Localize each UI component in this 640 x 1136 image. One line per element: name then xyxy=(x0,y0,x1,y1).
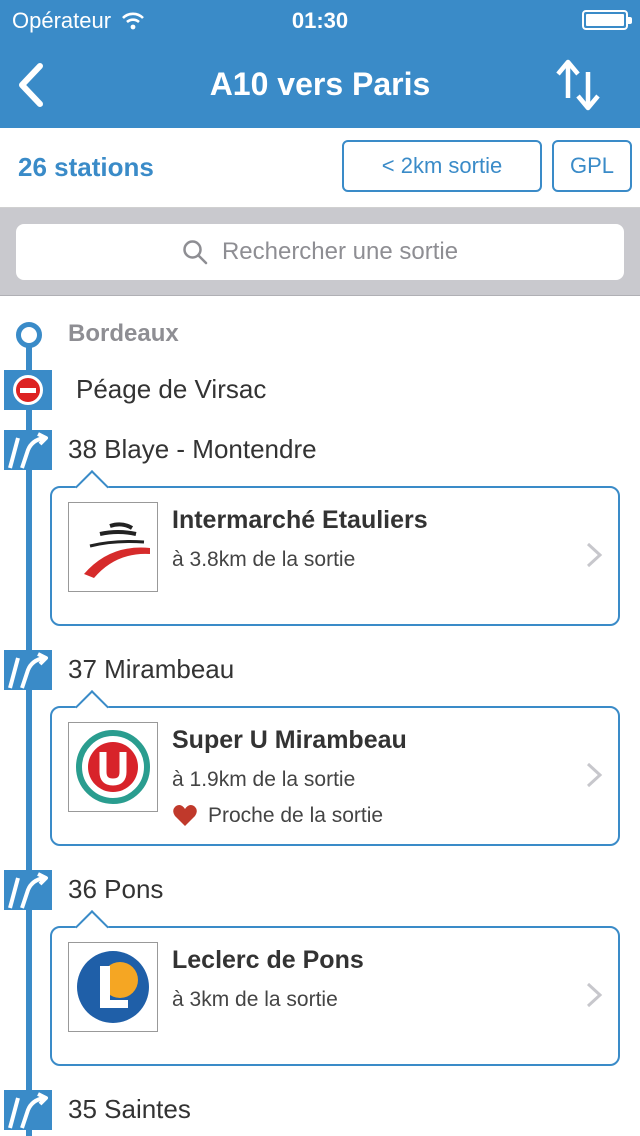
gpl-filter-button[interactable]: GPL xyxy=(552,140,632,192)
chevron-right-icon xyxy=(586,982,603,1008)
route-list[interactable]: Bordeaux Péage de Virsac 38 Blaye - Mont… xyxy=(0,296,640,1136)
station-card[interactable]: Leclerc de Pons à 3km de la sortie xyxy=(50,910,620,1066)
exit-label: 38 Blaye - Montendre xyxy=(68,434,317,464)
leclerc-logo xyxy=(68,942,158,1032)
exit-icon xyxy=(4,650,52,690)
origin-label: Bordeaux xyxy=(68,320,179,347)
station-distance: à 3km de la sortie xyxy=(172,988,338,1011)
super-u-logo xyxy=(68,722,158,812)
exit-icon xyxy=(4,430,52,470)
exit-label: 35 Saintes xyxy=(68,1094,191,1124)
station-distance: à 1.9km de la sortie xyxy=(172,768,356,791)
page-title: A10 vers Paris xyxy=(209,66,431,102)
origin-dot-icon xyxy=(16,322,42,348)
toll-icon xyxy=(4,370,52,410)
station-count: 26 stations xyxy=(18,152,154,182)
station-card[interactable]: Intermarché Etauliers à 3.8km de la sort… xyxy=(50,470,620,626)
near-exit-label: Proche de la sortie xyxy=(208,804,384,827)
station-name: Intermarché Etauliers xyxy=(172,506,428,534)
top-bar: Opérateur 01:30 A10 vers Paris xyxy=(0,0,640,128)
exit-icon xyxy=(4,870,52,910)
exit-label: 36 Pons xyxy=(68,874,164,904)
status-time: 01:30 xyxy=(291,8,349,33)
near-exit-badge: Proche de la sortie xyxy=(172,804,383,828)
search-area: Rechercher une sortie xyxy=(0,208,640,296)
toll-label: Péage de Virsac xyxy=(76,374,267,404)
status-bar: Opérateur 01:30 xyxy=(0,0,640,40)
search-placeholder: Rechercher une sortie xyxy=(221,238,459,265)
heart-icon xyxy=(173,805,197,826)
chevron-right-icon xyxy=(586,542,603,568)
exit-icon xyxy=(4,1090,52,1130)
battery-icon xyxy=(582,10,632,30)
chevron-right-icon xyxy=(586,762,603,788)
station-distance: à 3.8km de la sortie xyxy=(172,548,356,571)
exit-label: 37 Mirambeau xyxy=(68,654,235,684)
intermarche-logo xyxy=(68,502,158,592)
station-name: Leclerc de Pons xyxy=(172,946,364,974)
station-card[interactable]: Super U Mirambeau à 1.9km de la sortie P… xyxy=(50,690,620,846)
filter-bar: 26 stations < 2km sortie GPL xyxy=(0,128,640,208)
distance-filter-button[interactable]: < 2km sortie xyxy=(342,140,542,192)
station-name: Super U Mirambeau xyxy=(172,726,407,754)
search-input[interactable]: Rechercher une sortie xyxy=(16,224,624,280)
swap-vertical-icon[interactable] xyxy=(556,58,600,112)
search-icon xyxy=(183,240,208,265)
